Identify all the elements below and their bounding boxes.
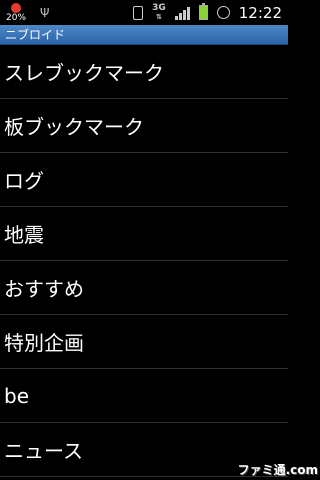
status-bar-right: 3G ⇅ 12:22 — [133, 0, 282, 25]
network-type-text: 3G — [152, 2, 166, 13]
menu-item-label: おすすめ — [4, 277, 84, 301]
vibrate-icon — [133, 5, 144, 20]
battery-percent-icon: 20% — [6, 2, 26, 24]
menu-item-label: ニュース — [4, 439, 83, 463]
watermark-logo: ファミ通.com — [237, 463, 318, 477]
menu-item-earthquake[interactable]: 地震 — [0, 207, 288, 261]
menu-item-log[interactable]: ログ — [0, 153, 288, 207]
clock: 12:22 — [238, 3, 282, 22]
menu-item-thread-bookmarks[interactable]: スレブックマーク — [0, 45, 288, 99]
app-title: ニブロイド — [5, 28, 66, 42]
menu-list: スレブックマーク 板ブックマーク ログ 地震 おすすめ 特別企画 be ニュース — [0, 45, 288, 477]
battery-icon — [198, 3, 208, 20]
menu-item-label: スレブックマーク — [4, 61, 164, 85]
menu-item-recommended[interactable]: おすすめ — [0, 261, 288, 315]
menu-item-label: be — [4, 383, 29, 408]
usb-icon: Ψ — [40, 5, 50, 20]
menu-item-label: 地震 — [4, 223, 44, 247]
app-title-bar: ニブロイド — [0, 25, 288, 45]
menu-item-label: 板ブックマーク — [4, 115, 144, 139]
status-bar: 20% Ψ 3G ⇅ 12:22 — [0, 0, 288, 25]
menu-item-label: ログ — [4, 169, 44, 193]
menu-item-special-feature[interactable]: 特別企画 — [0, 315, 288, 369]
signal-icon — [174, 6, 190, 20]
menu-item-label: 特別企画 — [4, 331, 84, 355]
status-bar-left: 20% Ψ — [6, 0, 49, 25]
menu-item-be[interactable]: be — [0, 369, 288, 423]
menu-item-board-bookmarks[interactable]: 板ブックマーク — [0, 99, 288, 153]
alarm-icon — [216, 6, 230, 19]
battery-percent-text: 20% — [6, 12, 27, 23]
network-3g-icon: 3G ⇅ — [152, 2, 166, 21]
